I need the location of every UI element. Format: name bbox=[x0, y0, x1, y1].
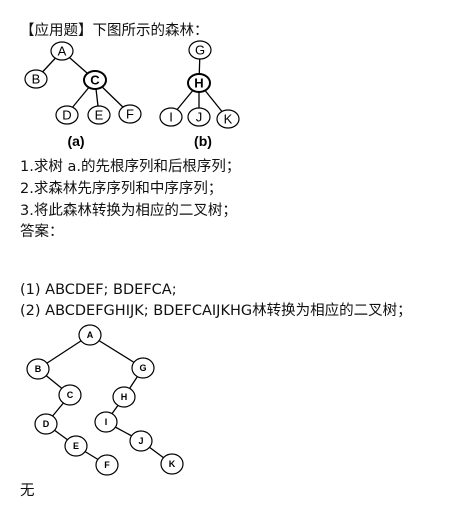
bt-label-E: E bbox=[73, 441, 79, 451]
bt-label-B: B bbox=[35, 364, 42, 374]
label-a-F: F bbox=[126, 107, 134, 122]
answer-line-2: (2) ABCDEFGHIJK; BDEFCAIJKHG林转换为相应的二叉树； bbox=[20, 303, 412, 319]
answer-label: 答案： bbox=[20, 224, 64, 240]
label-b-K: K bbox=[224, 112, 233, 127]
caption-a: (a) bbox=[67, 133, 84, 149]
label-b-H: H bbox=[194, 76, 203, 91]
bt-label-J: J bbox=[138, 436, 143, 446]
caption-b: (b) bbox=[194, 133, 212, 149]
label-a-D: D bbox=[62, 108, 71, 123]
bt-label-A: A bbox=[87, 330, 94, 340]
label-a-C: C bbox=[90, 73, 100, 88]
label-b-G: G bbox=[195, 43, 205, 58]
forest-figure: A B C D E F G H I J K (a) (b) bbox=[24, 40, 240, 149]
question-item-3: 3.将此森林转换为相应的二叉树； bbox=[20, 203, 237, 219]
bt-label-K: K bbox=[169, 459, 176, 469]
bt-label-H: H bbox=[121, 392, 128, 402]
label-a-E: E bbox=[95, 108, 104, 123]
bt-label-C: C bbox=[67, 390, 74, 400]
bt-label-D: D bbox=[43, 419, 50, 429]
bt-label-F: F bbox=[104, 460, 110, 470]
footer-text: 无 bbox=[20, 483, 35, 499]
question-item-2: 2.求森林先序序列和中序序列； bbox=[20, 181, 223, 197]
bt-label-G: G bbox=[139, 363, 146, 373]
question-item-1: 1.求树 a.的先根序列和后根序列； bbox=[20, 159, 241, 175]
label-b-J: J bbox=[196, 110, 203, 125]
label-a-A: A bbox=[58, 44, 67, 59]
binary-tree-figure: A B C D E F G H I J K bbox=[26, 324, 184, 476]
answer-line-1: (1) ABCDEF; BDEFCA; bbox=[20, 282, 177, 298]
label-b-I: I bbox=[169, 110, 173, 125]
bt-label-I: I bbox=[105, 417, 108, 427]
label-a-B: B bbox=[32, 72, 41, 87]
